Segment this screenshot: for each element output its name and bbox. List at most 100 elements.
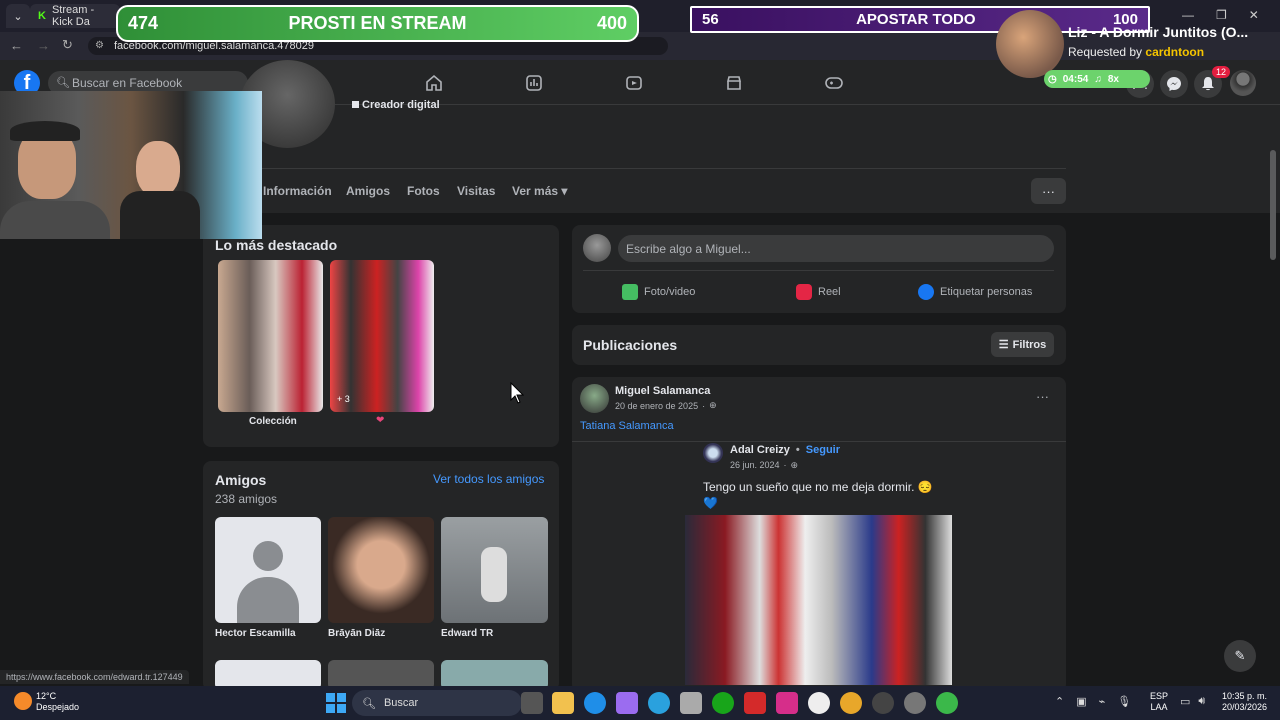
marketplace-icon[interactable] (723, 73, 745, 93)
microphone-icon[interactable]: 🎙︎ (1117, 695, 1131, 708)
tray-app-icon[interactable]: ▣ (1076, 695, 1086, 708)
new-message-icon[interactable]: ✎ (1224, 640, 1256, 672)
posts-title: Publicaciones (583, 337, 678, 353)
composer-placeholder: Escribe algo a Miguel... (626, 241, 751, 256)
see-all-friends-link[interactable]: Ver todos los amigos (433, 472, 544, 486)
divider (583, 270, 1054, 271)
mouse-cursor-icon (510, 381, 525, 410)
close-icon[interactable]: ✕ (1249, 8, 1259, 22)
messenger-icon[interactable] (1160, 70, 1188, 98)
search-icon: 🔍︎ (56, 77, 70, 89)
obs-icon[interactable] (872, 692, 894, 714)
tagged-person-link[interactable]: Tatiana Salamanca (580, 420, 674, 432)
shared-author-name[interactable]: Adal Creizy (730, 444, 790, 456)
chevron-up-icon[interactable]: ⌃ (1055, 695, 1064, 708)
photo-video-button[interactable]: Foto/video (622, 284, 695, 300)
language-indicator[interactable]: ESP LAA (1150, 691, 1168, 713)
song-requester: Requested by cardntoon (1068, 45, 1205, 59)
shared-post-image[interactable] (685, 515, 952, 685)
tag-people-button[interactable]: Etiquetar personas (918, 284, 1032, 300)
back-icon[interactable]: ← (10, 38, 23, 53)
copilot-icon[interactable] (616, 692, 638, 714)
wifi-off-icon[interactable]: ⌁ (1099, 695, 1106, 708)
weather-widget[interactable]: 12°C Despejado (36, 691, 79, 713)
wps-icon[interactable] (744, 692, 766, 714)
friend-name[interactable]: Hector Escamilla (215, 628, 296, 639)
chrome-icon[interactable] (840, 692, 862, 714)
chevron-down-icon: ⌄ (13, 10, 23, 23)
streamer-cap (10, 121, 80, 141)
account-avatar[interactable] (1230, 70, 1256, 96)
network-volume[interactable]: ▭ 🔊︎ (1180, 695, 1205, 708)
divider (572, 441, 1066, 442)
friend-name[interactable]: Edward TR (441, 628, 493, 639)
post-author-avatar[interactable] (580, 384, 609, 413)
friend-photo[interactable] (328, 517, 434, 623)
globe-icon: ⊕ (790, 460, 799, 470)
friends-title: Amigos (215, 472, 267, 488)
friend-photo[interactable] (441, 517, 548, 623)
page-scrollbar[interactable] (1270, 150, 1276, 260)
post-meta: 20 de enero de 2025 · ⊕ (615, 400, 717, 411)
friend-name[interactable]: Brāyān Diāz (328, 628, 385, 639)
badge-icon (352, 101, 359, 108)
start-icon[interactable] (326, 693, 346, 713)
settings-icon[interactable] (904, 692, 926, 714)
network-icon: ▭ (1180, 696, 1191, 708)
forward-icon[interactable]: → (37, 38, 50, 53)
minimize-icon[interactable]: — (1182, 8, 1194, 22)
reel-button[interactable]: Reel (796, 284, 841, 300)
friend-photo[interactable] (215, 517, 321, 623)
xbox-icon[interactable] (712, 692, 734, 714)
highlight-thumbnail[interactable] (330, 260, 434, 412)
composer-input[interactable]: Escribe algo a Miguel... (618, 235, 1054, 262)
highlights-title: Lo más destacado (215, 237, 338, 253)
tab-ver-mas[interactable]: Ver más ▾ (512, 184, 567, 198)
divider (262, 168, 1066, 169)
friends-count: 238 amigos (215, 492, 278, 506)
status-url: https://www.facebook.com/edward.tr.12744… (0, 670, 189, 684)
tab-fotos[interactable]: Fotos (407, 184, 440, 198)
sliders-icon: ☰ (998, 339, 1009, 351)
instagram-icon[interactable] (776, 692, 798, 714)
guest-face (136, 141, 180, 197)
window-controls: — ❐ ✕ (1182, 8, 1259, 22)
home-icon[interactable] (423, 73, 445, 93)
file-explorer-icon[interactable] (552, 692, 574, 714)
dashboard-icon[interactable] (523, 73, 545, 93)
poll-bar-prosti: 474 PROSTI EN STREAM 400 (116, 5, 639, 42)
reload-icon[interactable]: ↻ (62, 37, 73, 53)
app-icon[interactable] (808, 692, 830, 714)
post-author-name[interactable]: Miguel Salamanca (615, 385, 710, 397)
kick-icon: K (38, 10, 46, 22)
video-icon[interactable] (623, 73, 645, 93)
maximize-icon[interactable]: ❐ (1216, 8, 1227, 22)
clock[interactable]: 10:35 p. m. 20/03/2026 (1222, 691, 1267, 713)
tab-amigos[interactable]: Amigos (346, 184, 390, 198)
gaming-icon[interactable] (823, 73, 845, 93)
telegram-icon[interactable] (648, 692, 670, 714)
more-dots-icon: ··· (1042, 183, 1055, 199)
highlight-thumbnail[interactable] (218, 260, 323, 412)
taskbar-search[interactable]: 🔍︎ Buscar (352, 690, 522, 716)
store-icon[interactable] (680, 692, 702, 714)
filters-button[interactable]: ☰ Filtros (991, 332, 1054, 357)
tab-list-button[interactable]: ⌄ (6, 4, 30, 28)
reel-icon (796, 284, 812, 300)
shared-author-row: Adal Creizy • Seguir (730, 444, 841, 456)
edge-icon[interactable] (584, 692, 606, 714)
task-view-icon[interactable] (521, 692, 543, 714)
tab-visitas[interactable]: Visitas (457, 184, 495, 198)
highlight-label: Colección (249, 416, 297, 427)
default-avatar-icon (253, 541, 283, 571)
follow-link[interactable]: Seguir (806, 444, 840, 456)
song-cover-art (996, 10, 1064, 78)
post-options-icon[interactable]: ··· (1036, 389, 1049, 404)
site-info-icon[interactable]: ⚙ (95, 40, 104, 51)
shared-author-avatar[interactable] (703, 443, 723, 463)
shared-post-text: Tengo un sueño que no me deja dormir. 😔 … (703, 480, 933, 510)
profile-more-button[interactable]: ··· (1031, 178, 1066, 204)
tab-informacion[interactable]: Información (263, 184, 332, 198)
tab-kick-stream[interactable]: K Stream - Kick Da (30, 4, 120, 28)
chrome-profile-icon[interactable] (936, 692, 958, 714)
